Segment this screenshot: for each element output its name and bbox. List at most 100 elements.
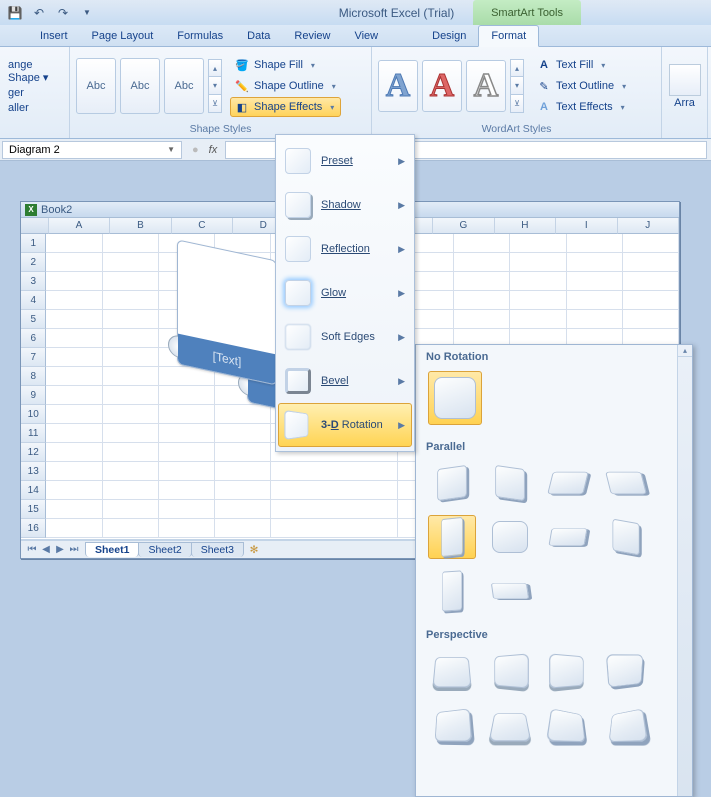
smaller-button[interactable]: aller: [6, 101, 63, 115]
rotation-option[interactable]: [428, 649, 476, 693]
gallery-scrollbar[interactable]: ▴: [677, 345, 692, 796]
menu-item-shadow[interactable]: Shadow ▶: [278, 183, 412, 227]
cell[interactable]: [46, 329, 102, 348]
smartart-shape[interactable]: [Text]: [177, 239, 277, 385]
text-fill-button[interactable]: A Text Fill: [532, 55, 631, 75]
row-header[interactable]: 7: [21, 348, 46, 367]
menu-item-bevel[interactable]: Bevel ▶: [278, 359, 412, 403]
tab-data[interactable]: Data: [235, 26, 282, 46]
cell[interactable]: [623, 310, 679, 329]
sheet-tab[interactable]: Sheet3: [191, 542, 244, 557]
col-header[interactable]: H: [495, 218, 556, 234]
gallery-down-icon[interactable]: ▾: [510, 77, 524, 95]
cell[interactable]: [46, 272, 102, 291]
menu-item-reflection[interactable]: Reflection ▶: [278, 227, 412, 271]
row-header[interactable]: 16: [21, 519, 46, 538]
shape-fill-button[interactable]: 🪣 Shape Fill: [230, 55, 341, 75]
cell[interactable]: [510, 310, 566, 329]
name-box[interactable]: Diagram 2 ▼: [2, 141, 182, 159]
cell[interactable]: [159, 500, 215, 519]
cell[interactable]: [103, 500, 159, 519]
cell[interactable]: [103, 424, 159, 443]
row-header[interactable]: 14: [21, 481, 46, 500]
cell[interactable]: [567, 291, 623, 310]
redo-icon[interactable]: ↷: [54, 4, 72, 22]
rotation-option[interactable]: [602, 461, 650, 505]
larger-button[interactable]: ger: [6, 86, 63, 100]
cell[interactable]: [215, 481, 271, 500]
save-icon[interactable]: 💾: [6, 4, 24, 22]
tab-review[interactable]: Review: [282, 26, 342, 46]
gallery-more-icon[interactable]: ⊻: [208, 95, 222, 113]
rotation-option-none[interactable]: [428, 371, 482, 425]
gallery-down-icon[interactable]: ▾: [208, 77, 222, 95]
undo-icon[interactable]: ↶: [30, 4, 48, 22]
wordart-preset[interactable]: A: [466, 60, 506, 112]
cell[interactable]: [159, 481, 215, 500]
cell[interactable]: [46, 291, 102, 310]
new-sheet-icon[interactable]: ✻: [243, 544, 265, 556]
cell[interactable]: [510, 291, 566, 310]
prev-sheet-icon[interactable]: ◀: [39, 544, 53, 555]
cell[interactable]: [454, 234, 510, 253]
cell[interactable]: [46, 519, 102, 538]
menu-item-preset[interactable]: Preset ▶: [278, 139, 412, 183]
cell[interactable]: [567, 253, 623, 272]
cell[interactable]: [46, 310, 102, 329]
tab-formulas[interactable]: Formulas: [165, 26, 235, 46]
row-header[interactable]: 3: [21, 272, 46, 291]
scroll-up-icon[interactable]: ▴: [678, 345, 692, 357]
row-header[interactable]: 12: [21, 443, 46, 462]
cell[interactable]: [567, 310, 623, 329]
cell[interactable]: [567, 234, 623, 253]
arrange-icon[interactable]: [669, 64, 701, 96]
cell[interactable]: [103, 386, 159, 405]
shape-style-preset[interactable]: Abc: [164, 58, 204, 114]
rotation-option[interactable]: [602, 515, 650, 559]
cell[interactable]: [103, 291, 159, 310]
fx-label[interactable]: fx: [209, 144, 218, 156]
cell[interactable]: [103, 519, 159, 538]
col-header[interactable]: A: [49, 218, 110, 234]
tab-design[interactable]: Design: [420, 26, 478, 46]
row-header[interactable]: 4: [21, 291, 46, 310]
rotation-option[interactable]: [486, 649, 534, 693]
wordart-preset[interactable]: A: [378, 60, 418, 112]
cell[interactable]: [103, 272, 159, 291]
rotation-option[interactable]: [602, 703, 650, 747]
row-header[interactable]: 9: [21, 386, 46, 405]
rotation-option[interactable]: [428, 569, 476, 613]
last-sheet-icon[interactable]: ⏭: [67, 544, 81, 555]
col-header[interactable]: B: [110, 218, 171, 234]
row-header[interactable]: 5: [21, 310, 46, 329]
cell[interactable]: [103, 348, 159, 367]
row-header[interactable]: 6: [21, 329, 46, 348]
wordart-preset[interactable]: A: [422, 60, 462, 112]
cell[interactable]: [46, 405, 102, 424]
select-all-corner[interactable]: [21, 218, 49, 234]
col-header[interactable]: C: [172, 218, 233, 234]
cell[interactable]: [271, 519, 398, 538]
row-header[interactable]: 13: [21, 462, 46, 481]
cell[interactable]: [46, 443, 102, 462]
first-sheet-icon[interactable]: ⏮: [25, 544, 39, 555]
qat-dropdown-icon[interactable]: ▼: [78, 4, 96, 22]
cell[interactable]: [623, 272, 679, 291]
smartart-text[interactable]: [Text]: [178, 334, 276, 385]
cell[interactable]: [103, 367, 159, 386]
cell[interactable]: [215, 500, 271, 519]
cell[interactable]: [46, 348, 102, 367]
tab-format[interactable]: Format: [478, 25, 539, 47]
cell[interactable]: [103, 310, 159, 329]
rotation-option[interactable]: [486, 515, 534, 559]
cell[interactable]: [623, 291, 679, 310]
rotation-option[interactable]: [486, 703, 534, 747]
cell[interactable]: [454, 310, 510, 329]
text-outline-button[interactable]: ✎ Text Outline: [532, 76, 631, 96]
cell[interactable]: [510, 253, 566, 272]
next-sheet-icon[interactable]: ▶: [53, 544, 67, 555]
cell[interactable]: [46, 234, 102, 253]
row-header[interactable]: 10: [21, 405, 46, 424]
change-shape-button[interactable]: ange Shape ▾: [6, 58, 63, 85]
sheet-tab[interactable]: Sheet1: [85, 542, 139, 557]
